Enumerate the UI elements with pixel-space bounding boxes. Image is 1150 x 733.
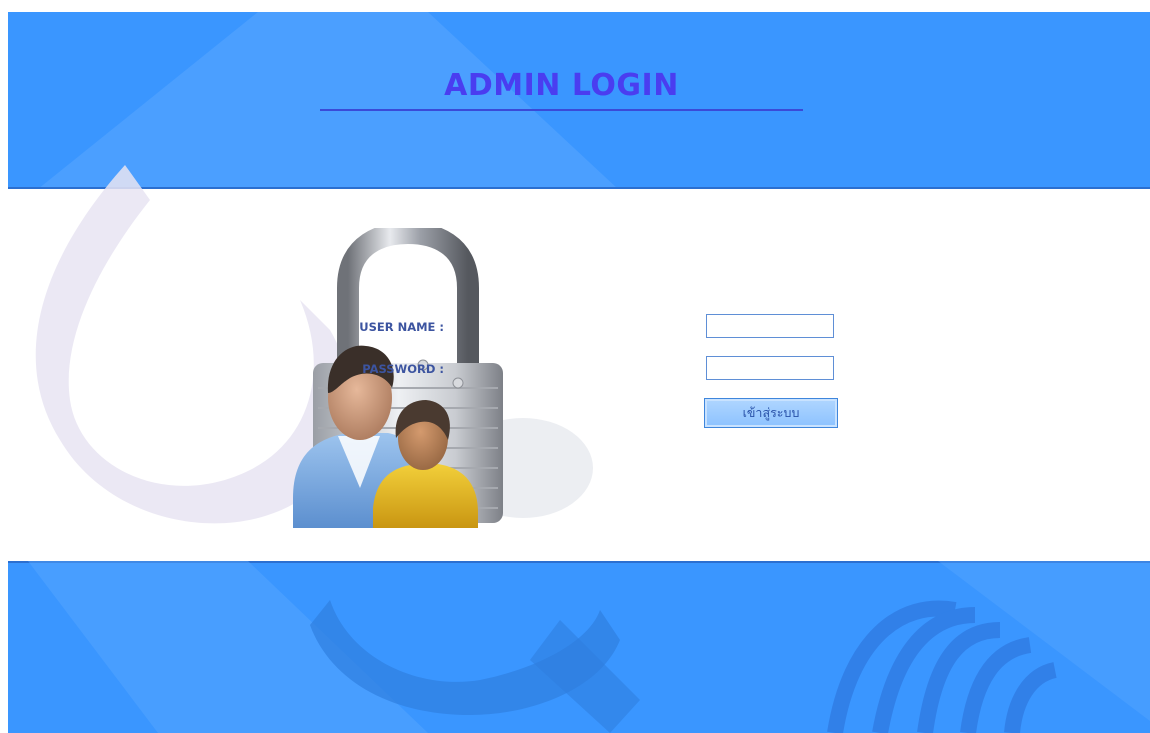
password-input[interactable] bbox=[706, 356, 834, 380]
password-label: PASSWORD : bbox=[362, 362, 444, 376]
page-title: ADMIN LOGIN bbox=[444, 68, 679, 103]
admin-login-page: ADMIN LOGIN USER NAME: PASSWORD: เข้าส… bbox=[0, 0, 1150, 733]
title-underline bbox=[320, 109, 803, 111]
login-submit-button[interactable]: เข้าสู่ระบบ bbox=[704, 398, 838, 428]
padlock-users-icon bbox=[293, 228, 593, 528]
username-input[interactable] bbox=[706, 314, 834, 338]
username-label: USER NAME : bbox=[359, 320, 444, 334]
